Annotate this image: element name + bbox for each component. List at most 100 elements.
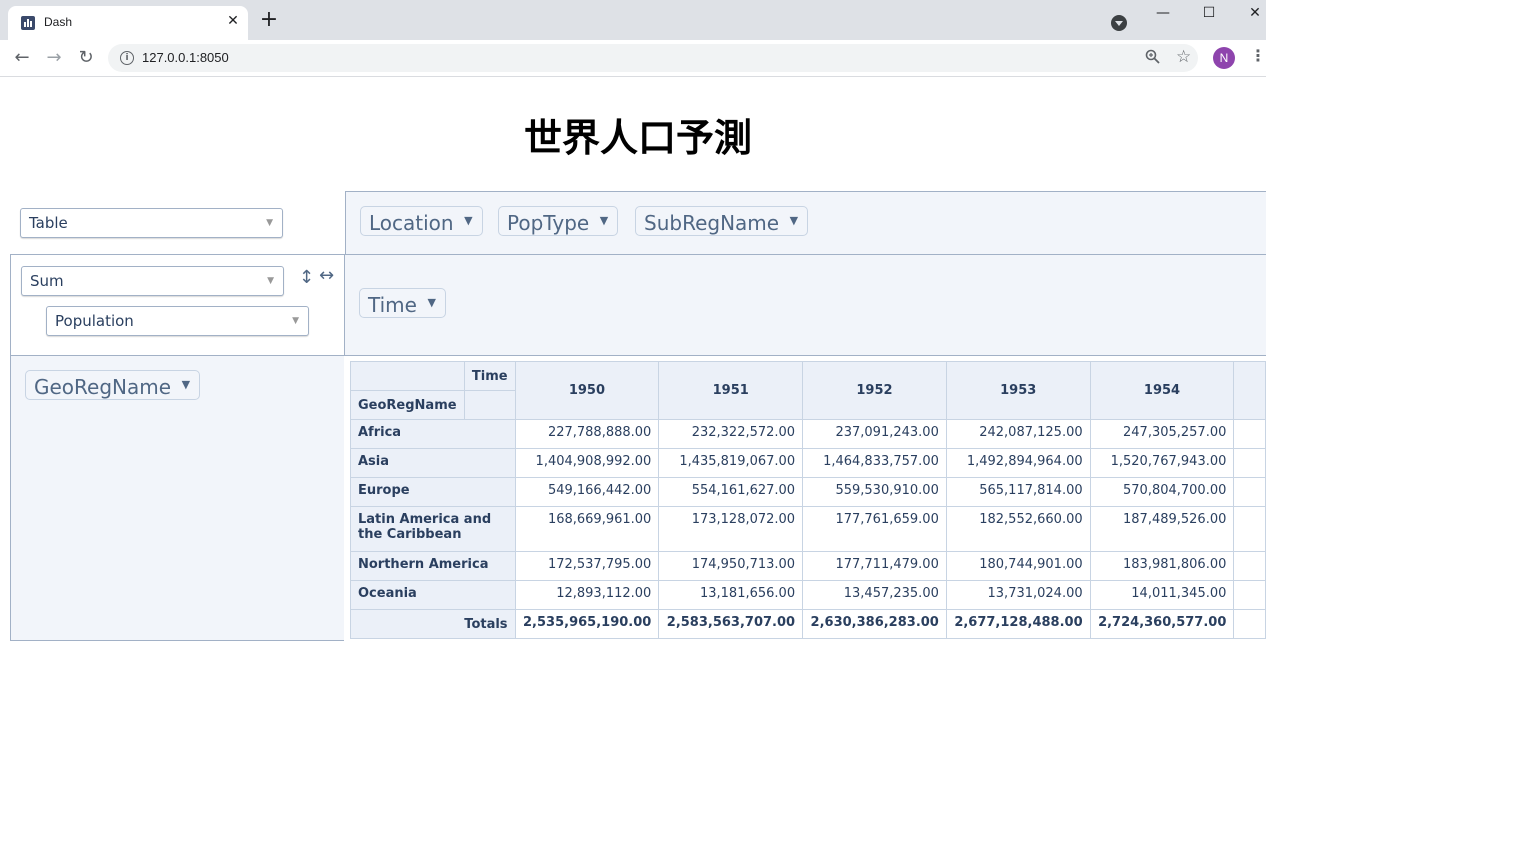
zoom-icon[interactable] xyxy=(1145,49,1160,68)
value-cell-overflow xyxy=(1233,580,1266,610)
table-row: Northern America 172,537,795.00 174,950,… xyxy=(350,551,1266,581)
pivot-table-ui: Table ▼ Location ▼ PopType ▼ SubRegName … xyxy=(10,191,1266,641)
value-cell: 14,011,345.00 xyxy=(1089,580,1235,610)
col-axis-label: Time xyxy=(463,361,516,391)
column-header: 1954 xyxy=(1089,361,1235,420)
column-header: 1952 xyxy=(802,361,947,420)
tab-close-icon[interactable]: ✕ xyxy=(224,12,242,30)
value-cell: 247,305,257.00 xyxy=(1089,419,1235,449)
chevron-down-icon: ▼ xyxy=(267,276,274,286)
value-cell: 174,950,713.00 xyxy=(658,551,804,581)
row-label: Africa xyxy=(350,419,516,449)
attribute-subregname[interactable]: SubRegName ▼ xyxy=(635,206,809,236)
browser-menu-icon[interactable]: ⋮ xyxy=(1250,46,1266,65)
value-cell: 1,520,767,943.00 xyxy=(1089,448,1235,478)
attribute-label: SubRegName xyxy=(644,211,780,235)
col-order-icon[interactable]: ↔ xyxy=(319,265,334,286)
table-row: Latin America and the Caribbean 168,669,… xyxy=(350,506,1266,552)
forward-icon[interactable]: → xyxy=(42,46,66,70)
attribute-caret-icon[interactable]: ▼ xyxy=(790,214,798,227)
value-cell: 13,731,024.00 xyxy=(945,580,1091,610)
value-cell: 13,181,656.00 xyxy=(658,580,804,610)
attribute-caret-icon[interactable]: ▼ xyxy=(182,378,190,391)
row-attributes-area: GeoRegName ▼ xyxy=(10,355,345,641)
value-cell: 227,788,888.00 xyxy=(514,419,660,449)
new-tab-icon[interactable]: + xyxy=(258,9,280,32)
value-cell: 177,761,659.00 xyxy=(802,506,947,552)
renderer-select-value: Table xyxy=(29,214,68,232)
renderer-select[interactable]: Table ▼ xyxy=(20,208,283,238)
bookmark-star-icon[interactable]: ☆ xyxy=(1176,47,1191,67)
attribute-label: Time xyxy=(368,293,417,317)
attribute-caret-icon[interactable]: ▼ xyxy=(600,214,608,227)
attribute-georegname[interactable]: GeoRegName ▼ xyxy=(25,370,201,400)
totals-label: Totals xyxy=(350,609,516,639)
value-cell: 13,457,235.00 xyxy=(802,580,947,610)
browser-toolbar: ← → ↻ i 127.0.0.1:8050 ☆ N ⋮ xyxy=(0,40,1266,77)
value-cell: 565,117,814.00 xyxy=(945,477,1091,507)
attribute-poptype[interactable]: PopType ▼ xyxy=(498,206,619,236)
total-cell: 2,677,128,488.00 xyxy=(945,609,1091,639)
row-label: Northern America xyxy=(350,551,516,581)
value-cell: 242,087,125.00 xyxy=(945,419,1091,449)
back-icon[interactable]: ← xyxy=(10,46,34,70)
value-cell: 1,404,908,992.00 xyxy=(514,448,660,478)
browser-tab[interactable]: Dash ✕ xyxy=(8,6,248,40)
table-row: Africa 227,788,888.00 232,322,572.00 237… xyxy=(350,419,1266,449)
totals-row: Totals 2,535,965,190.00 2,583,563,707.00… xyxy=(350,609,1266,639)
tab-strip: Dash ✕ + — ☐ ✕ xyxy=(0,0,1266,40)
column-header-overflow xyxy=(1233,361,1266,420)
value-cell: 180,744,901.00 xyxy=(945,551,1091,581)
value-cell-overflow xyxy=(1233,448,1266,478)
url-text: 127.0.0.1:8050 xyxy=(142,50,229,65)
attribute-caret-icon[interactable]: ▼ xyxy=(464,214,472,227)
value-cell: 570,804,700.00 xyxy=(1089,477,1235,507)
value-cell: 1,492,894,964.00 xyxy=(945,448,1091,478)
column-header: 1951 xyxy=(658,361,804,420)
profile-avatar[interactable]: N xyxy=(1213,47,1235,69)
tab-title: Dash xyxy=(44,15,73,29)
column-header: 1950 xyxy=(514,361,660,420)
reload-icon[interactable]: ↻ xyxy=(74,46,98,70)
row-order-icon[interactable]: ↕ xyxy=(299,267,314,288)
pivot-result-table: Time 1950 1951 1952 1953 1954 GeoRegName xyxy=(350,361,1266,639)
value-cell: 237,091,243.00 xyxy=(802,419,947,449)
unused-attributes-area: Location ▼ PopType ▼ SubRegName ▼ xyxy=(345,191,1266,255)
attribute-location[interactable]: Location ▼ xyxy=(360,206,483,236)
address-bar[interactable]: i 127.0.0.1:8050 ☆ xyxy=(108,44,1198,72)
table-row: Asia 1,404,908,992.00 1,435,819,067.00 1… xyxy=(350,448,1266,478)
row-label: Asia xyxy=(350,448,516,478)
maximize-icon[interactable]: ☐ xyxy=(1186,0,1232,28)
table-row: Oceania 12,893,112.00 13,181,656.00 13,4… xyxy=(350,580,1266,610)
value-cell-overflow xyxy=(1233,477,1266,507)
row-label: Europe xyxy=(350,477,516,507)
tab-search-icon[interactable] xyxy=(1111,15,1127,31)
minimize-icon[interactable]: — xyxy=(1140,0,1186,28)
row-axis-label: GeoRegName xyxy=(350,390,465,420)
attribute-caret-icon[interactable]: ▼ xyxy=(427,296,435,309)
value-field-select[interactable]: Population ▼ xyxy=(46,306,309,336)
dash-favicon-icon xyxy=(21,16,35,30)
browser-window: Dash ✕ + — ☐ ✕ ← → ↻ i 127.0.0.1:8050 ☆ … xyxy=(0,0,1266,864)
value-cell-overflow xyxy=(1233,506,1266,552)
value-cell: 172,537,795.00 xyxy=(514,551,660,581)
value-cell: 1,435,819,067.00 xyxy=(658,448,804,478)
aggregator-select[interactable]: Sum ▼ xyxy=(21,266,284,296)
row-label: Latin America and the Caribbean xyxy=(350,506,516,552)
page-title: 世界人口予測 xyxy=(523,116,752,160)
attribute-label: PopType xyxy=(507,211,590,235)
attribute-label: Location xyxy=(369,211,454,235)
value-cell: 187,489,526.00 xyxy=(1089,506,1235,552)
chevron-down-icon: ▼ xyxy=(266,218,273,228)
aggregator-cell: Sum ▼ ↕ ↔ Population ▼ xyxy=(10,254,345,356)
chevron-down-icon: ▼ xyxy=(292,316,299,326)
window-close-icon[interactable]: ✕ xyxy=(1232,0,1266,28)
total-cell: 2,583,563,707.00 xyxy=(658,609,804,639)
attribute-time[interactable]: Time ▼ xyxy=(359,288,446,318)
attribute-label: GeoRegName xyxy=(34,375,172,399)
row-label: Oceania xyxy=(350,580,516,610)
renderer-cell: Table ▼ xyxy=(10,191,345,255)
value-cell: 559,530,910.00 xyxy=(802,477,947,507)
value-cell: 173,128,072.00 xyxy=(658,506,804,552)
site-info-icon[interactable]: i xyxy=(120,51,134,65)
